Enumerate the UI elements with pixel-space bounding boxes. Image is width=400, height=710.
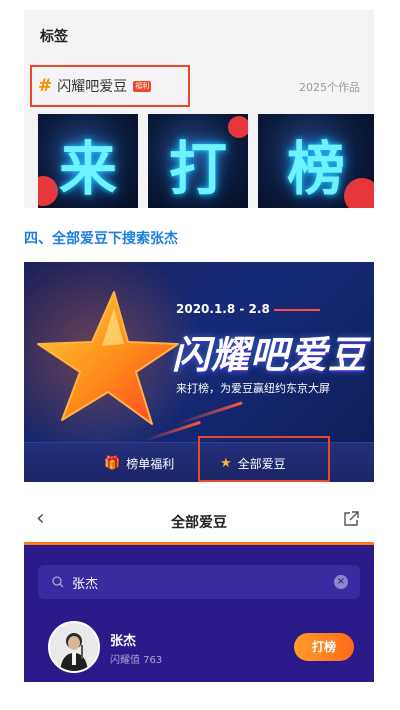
poster-glyph: 榜 [286,135,345,203]
event-date: 2020.1.8 - 2.8 [176,302,270,316]
poster-glyph: 来 [58,135,117,203]
tag-card: 标签 # 闪耀吧爱豆 福利 2025个作品 来 打 榜 [24,10,374,208]
star-logo-icon [37,291,179,425]
share-icon[interactable] [342,510,360,528]
result-score: 闪耀值 763 [110,655,163,666]
step-heading: 四、全部爱豆下搜索张杰 [24,231,178,247]
banner-title: 闪耀吧爱豆 [172,333,368,377]
banner-subtitle: 来打榜，为爱豆赢纽约东京大屏 [176,382,330,395]
search-input[interactable] [72,574,292,590]
poster-glyph: 打 [168,135,227,203]
tag-link[interactable]: # 闪耀吧爱豆 福利 [38,76,152,96]
search-icon [52,576,64,588]
avatar[interactable] [48,621,100,673]
poster-thumbnail[interactable]: 打 [148,114,248,208]
page-title: 全部爱豆 [171,515,227,531]
search-box[interactable]: × [38,565,360,599]
search-panel: × 张杰 闪耀值 763 打榜 [24,542,374,682]
tag-section-title: 标签 [40,29,68,45]
poster-thumbnail[interactable]: 榜 [258,114,374,208]
tag-name: 闪耀吧爱豆 [57,79,128,95]
poster-thumbnail[interactable]: 来 [38,114,138,208]
event-date-line: 2020.1.8 - 2.8 [176,302,320,316]
result-name: 张杰 [110,634,137,649]
event-banner[interactable]: 2020.1.8 - 2.8 闪耀吧爱豆 来打榜，为爱豆赢纽约东京大屏 🎁 榜单… [24,262,374,482]
rank-gift-label: 榜单福利 [126,456,175,471]
clear-icon[interactable]: × [334,575,348,589]
works-count: 2025个作品 [299,81,360,94]
welfare-badge: 福利 [133,80,152,92]
all-idols-highlight-box [198,436,330,482]
gift-icon: 🎁 [104,455,121,471]
nav-bar: ‹ 全部爱豆 [24,498,374,542]
search-result-item[interactable]: 张杰 闪耀值 763 打榜 [48,621,354,673]
vote-rank-button[interactable]: 打榜 [294,633,354,661]
rank-gift-button[interactable]: 🎁 榜单福利 [104,454,174,472]
hash-icon: # [38,76,53,96]
